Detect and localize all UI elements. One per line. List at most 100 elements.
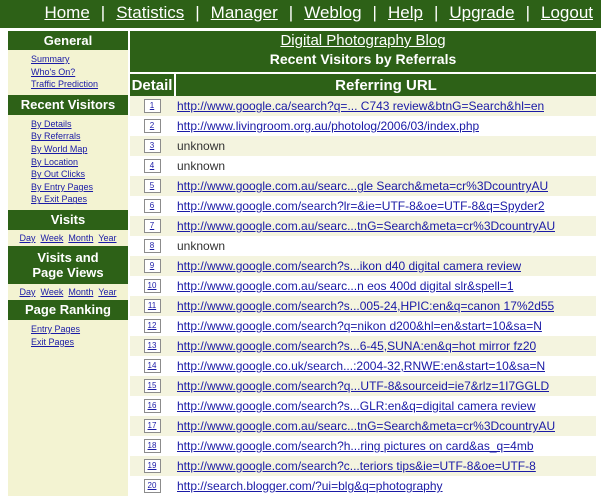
sidebar-link-by-referrals[interactable]: By Referrals (31, 130, 128, 143)
referring-url-cell: http://www.google.ca/search?q=... C743 r… (174, 99, 544, 113)
nav-manager-link[interactable]: Manager (211, 3, 278, 23)
sidebar-link-by-out-clicks[interactable]: By Out Clicks (31, 168, 128, 181)
table-row: 8 unknown (130, 236, 596, 256)
pageviews-day-link[interactable]: Day (19, 287, 35, 297)
detail-cell: 15 (130, 379, 174, 393)
referring-url-link[interactable]: http://www.google.com.au/searc...tnG=Sea… (177, 419, 555, 433)
detail-button[interactable]: 15 (143, 379, 161, 393)
detail-cell: 4 (130, 159, 174, 173)
blog-title-link[interactable]: Digital Photography Blog (130, 31, 596, 50)
sidebar-link-by-details[interactable]: By Details (31, 118, 128, 131)
sidebar-link-by-entry-pages[interactable]: By Entry Pages (31, 181, 128, 194)
visits-day-link[interactable]: Day (19, 233, 35, 243)
detail-cell: 5 (130, 179, 174, 193)
referring-url-link[interactable]: http://www.google.com/search?lr=&ie=UTF-… (177, 199, 545, 213)
referring-url-link[interactable]: http://www.google.com/search?s...GLR:en&… (177, 399, 536, 413)
detail-cell: 6 (130, 199, 174, 213)
page-views-period-links: Day Week Month Year (8, 284, 128, 300)
table-row: 7 http://www.google.com.au/searc...tnG=Se… (130, 216, 596, 236)
sidebar-link-entry-pages[interactable]: Entry Pages (31, 323, 128, 336)
sidebar-link-by-world-map[interactable]: By World Map (31, 143, 128, 156)
nav-home-link[interactable]: Home (44, 3, 89, 23)
detail-cell: 3 (130, 139, 174, 153)
referring-url-link[interactable]: http://www.google.com/search?s...ikon d4… (177, 259, 521, 273)
sidebar-heading-general: General (8, 31, 128, 50)
referrals-table-body: 1 http://www.google.ca/search?q=... C743 … (130, 96, 596, 496)
detail-button[interactable]: 4 (143, 159, 161, 173)
referring-url-link[interactable]: http://www.google.com.au/searc...gle Sea… (177, 179, 548, 193)
referring-url-link[interactable]: http://www.google.com/search?c...teriors… (177, 459, 536, 473)
visits-year-link[interactable]: Year (98, 233, 116, 243)
visits-week-link[interactable]: Week (40, 233, 63, 243)
detail-button[interactable]: 7 (143, 219, 161, 233)
nav-statistics-link[interactable]: Statistics (116, 3, 184, 23)
referring-url-cell: http://www.google.com/search?h...ring pi… (174, 439, 534, 453)
nav-upgrade-link[interactable]: Upgrade (449, 3, 514, 23)
detail-button[interactable]: 3 (143, 139, 161, 153)
visits-page-views-title-line1: Visits and (37, 249, 99, 265)
nav-weblog-link[interactable]: Weblog (304, 3, 361, 23)
detail-button[interactable]: 11 (143, 299, 161, 313)
sidebar-heading-visits-page-views: Visits and Page Views (8, 245, 128, 284)
sidebar-heading-recent-visitors: Recent Visitors (8, 94, 128, 115)
pageviews-month-link[interactable]: Month (68, 287, 93, 297)
visits-month-link[interactable]: Month (68, 233, 93, 243)
pageviews-year-link[interactable]: Year (98, 287, 116, 297)
detail-button[interactable]: 5 (143, 179, 161, 193)
referring-url-cell: http://www.google.com/search?c...teriors… (174, 459, 536, 473)
referring-url-link[interactable]: http://www.google.com/search?s...6-45,SU… (177, 339, 536, 353)
nav-separator: | (433, 3, 439, 22)
column-header-referring-url: Referring URL (176, 74, 596, 96)
table-row: 20 http://search.blogger.com/?ui=blg&q=ph… (130, 476, 596, 496)
sidebar-link-traffic-prediction[interactable]: Traffic Prediction (31, 78, 128, 91)
referring-url-cell: unknown (174, 159, 225, 173)
referring-url-link[interactable]: http://www.google.com/search?q=nikon d20… (177, 319, 542, 333)
detail-button[interactable]: 12 (143, 319, 161, 333)
detail-button[interactable]: 1 (143, 99, 161, 113)
detail-button[interactable]: 8 (143, 239, 161, 253)
table-row: 3 unknown (130, 136, 596, 156)
sidebar-link-exit-pages[interactable]: Exit Pages (31, 336, 128, 349)
referring-url-link[interactable]: http://search.blogger.com/?ui=blg&q=phot… (177, 479, 443, 493)
detail-button[interactable]: 19 (143, 459, 161, 473)
detail-button[interactable]: 17 (143, 419, 161, 433)
detail-button[interactable]: 10 (143, 279, 161, 293)
referring-url-cell: http://www.google.co.uk/search...:2004-3… (174, 359, 545, 373)
table-row: 5 http://www.google.com.au/searc...gle Se… (130, 176, 596, 196)
detail-button[interactable]: 14 (143, 359, 161, 373)
detail-button[interactable]: 9 (143, 259, 161, 273)
detail-button[interactable]: 2 (143, 119, 161, 133)
nav-separator: | (525, 3, 530, 22)
detail-cell: 11 (130, 299, 174, 313)
nav-help-link[interactable]: Help (388, 3, 423, 23)
referring-url-link[interactable]: http://www.google.com/search?q...UTF-8&s… (177, 379, 549, 393)
nav-separator: | (195, 3, 200, 22)
referring-url-cell: http://www.google.com/search?q...UTF-8&s… (174, 379, 549, 393)
sidebar-link-by-exit-pages[interactable]: By Exit Pages (31, 193, 128, 206)
sidebar-link-summary[interactable]: Summary (31, 53, 128, 66)
referring-url-link[interactable]: http://www.google.ca/search?q=... C743 r… (177, 99, 544, 113)
referring-url-link[interactable]: http://www.google.com.au/searc...tnG=Sea… (177, 219, 555, 233)
detail-button[interactable]: 18 (143, 439, 161, 453)
column-header-detail: Detail (130, 74, 174, 96)
detail-button[interactable]: 6 (143, 199, 161, 213)
sidebar: General Summary Who's On? Traffic Predic… (8, 31, 128, 496)
pageviews-week-link[interactable]: Week (40, 287, 63, 297)
top-nav-links: Home | Statistics | Manager | Weblog | H… (44, 3, 593, 23)
table-row: 19 http://www.google.com/search?c...terio… (130, 456, 596, 476)
nav-logout-link[interactable]: Logout (541, 3, 593, 23)
referring-url-link[interactable]: http://www.google.com/search?h...ring pi… (177, 439, 534, 453)
detail-button[interactable]: 16 (143, 399, 161, 413)
detail-button[interactable]: 20 (143, 479, 161, 493)
referring-url-link[interactable]: http://www.google.com/search?s...005-24,… (177, 299, 554, 313)
referring-url-link[interactable]: http://www.livingroom.org.au/photolog/20… (177, 119, 479, 133)
table-row: 12 http://www.google.com/search?q=nikon d… (130, 316, 596, 336)
referring-url-cell: http://www.google.com/search?s...6-45,SU… (174, 339, 536, 353)
referring-url-link[interactable]: http://www.google.com.au/searc...n eos 4… (177, 279, 514, 293)
sidebar-link-by-location[interactable]: By Location (31, 156, 128, 169)
main-header: Digital Photography Blog Recent Visitors… (130, 31, 596, 72)
referring-url-cell: http://www.google.com.au/searc...tnG=Sea… (174, 219, 555, 233)
referring-url-link[interactable]: http://www.google.co.uk/search...:2004-3… (177, 359, 545, 373)
detail-button[interactable]: 13 (143, 339, 161, 353)
sidebar-link-whos-on[interactable]: Who's On? (31, 66, 128, 79)
